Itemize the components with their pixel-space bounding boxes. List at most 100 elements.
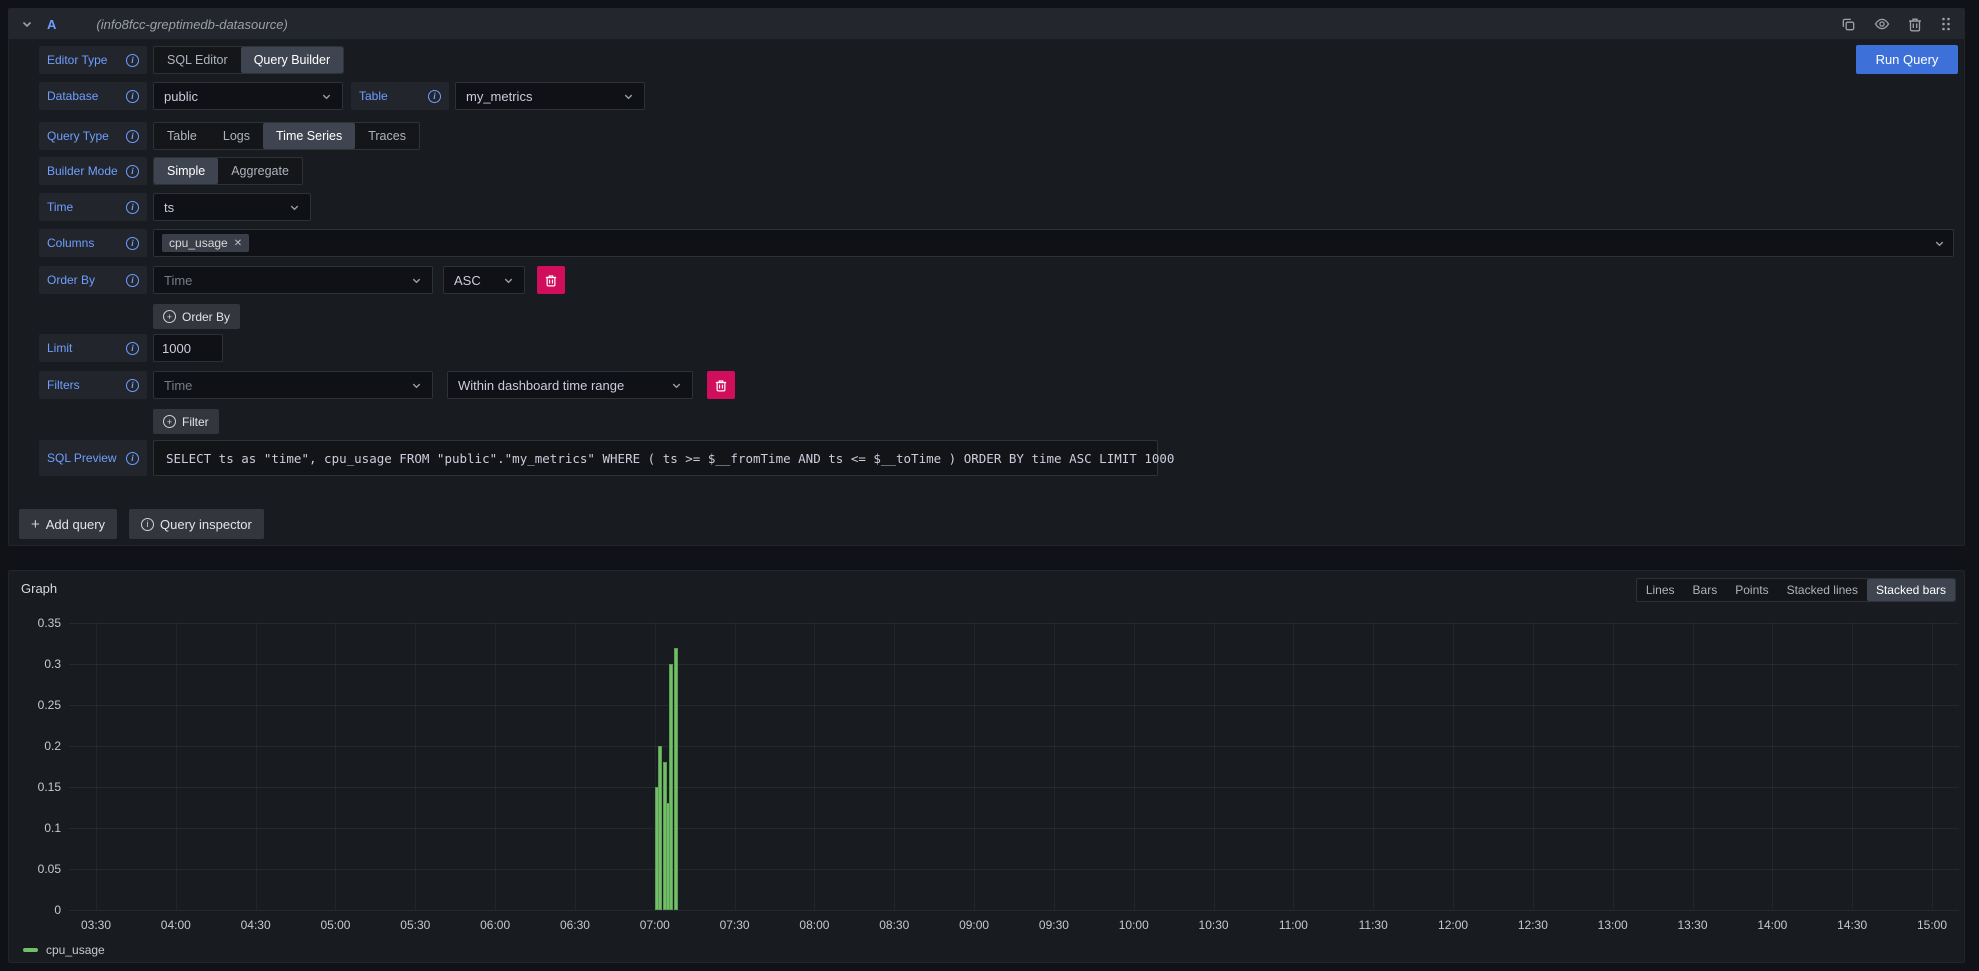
query-type-toggle: TableLogsTime SeriesTraces xyxy=(153,122,420,150)
segment-option-query-builder[interactable]: Query Builder xyxy=(241,47,343,73)
segment-option-stacked-bars[interactable]: Stacked bars xyxy=(1867,579,1955,601)
x-axis-label: 06:30 xyxy=(545,918,605,932)
info-icon[interactable]: i xyxy=(126,452,139,465)
grid-line-vertical xyxy=(735,623,736,910)
remove-filter-button[interactable] xyxy=(707,371,735,399)
info-icon[interactable]: i xyxy=(126,237,139,250)
segment-option-points[interactable]: Points xyxy=(1726,579,1777,601)
query-editor-panel: A (info8fcc-greptimedb-datasource) Run Q… xyxy=(8,8,1965,546)
plus-circle-icon: + xyxy=(163,415,176,428)
segment-option-traces[interactable]: Traces xyxy=(355,123,419,149)
table-label: Table i xyxy=(351,82,449,110)
info-icon[interactable]: i xyxy=(428,90,441,103)
order-by-direction-select[interactable]: ASC xyxy=(443,266,525,294)
toggle-visibility-icon[interactable] xyxy=(1874,16,1890,32)
x-axis-label: 15:00 xyxy=(1902,918,1962,932)
segment-option-logs[interactable]: Logs xyxy=(210,123,263,149)
x-axis-label: 11:00 xyxy=(1263,918,1323,932)
column-tag[interactable]: cpu_usage✕ xyxy=(162,234,249,252)
add-order-by-button[interactable]: + Order By xyxy=(153,304,240,329)
x-axis-label: 11:30 xyxy=(1343,918,1403,932)
segment-option-table[interactable]: Table xyxy=(154,123,210,149)
y-axis-label: 0.35 xyxy=(11,616,61,630)
panel-title: Graph xyxy=(21,581,57,596)
x-axis-label: 10:00 xyxy=(1104,918,1164,932)
segment-option-stacked-lines[interactable]: Stacked lines xyxy=(1778,579,1867,601)
limit-input[interactable] xyxy=(153,334,223,362)
remove-column-tag-icon[interactable]: ✕ xyxy=(234,238,242,249)
grid-line-vertical xyxy=(96,623,97,910)
bar-cpu-usage xyxy=(669,664,673,910)
database-row: Database i public Table i my_metrics xyxy=(39,82,1954,110)
graph-panel: Graph LinesBarsPointsStacked linesStacke… xyxy=(8,570,1965,963)
chevron-down-icon xyxy=(411,380,422,391)
time-column-select[interactable]: ts xyxy=(153,193,311,221)
segment-option-bars[interactable]: Bars xyxy=(1684,579,1727,601)
query-header[interactable]: A (info8fcc-greptimedb-datasource) xyxy=(9,9,1964,39)
x-axis-label: 08:30 xyxy=(864,918,924,932)
x-axis-label: 07:30 xyxy=(705,918,765,932)
collapse-query-icon[interactable] xyxy=(21,18,33,30)
chevron-down-icon[interactable] xyxy=(1934,238,1945,249)
duplicate-query-icon[interactable] xyxy=(1841,17,1856,32)
columns-multiselect[interactable]: cpu_usage✕ xyxy=(153,229,1954,257)
sql-preview-row: SQL Preview i SELECT ts as "time", cpu_u… xyxy=(39,440,1954,476)
grid-line-vertical xyxy=(1054,623,1055,910)
grid-line-vertical xyxy=(495,623,496,910)
grid-line-vertical xyxy=(1134,623,1135,910)
graph-legend[interactable]: cpu_usage xyxy=(23,943,105,957)
legend-series-swatch xyxy=(23,948,38,952)
database-select[interactable]: public xyxy=(153,82,343,110)
query-inspector-button[interactable]: i Query inspector xyxy=(129,509,264,539)
add-filter-button[interactable]: + Filter xyxy=(153,409,219,434)
order-by-row: Order By i Time ASC xyxy=(39,266,1954,294)
filters-row: Filters i Time Within dashboard time ran… xyxy=(39,371,1954,399)
x-axis-label: 09:30 xyxy=(1024,918,1084,932)
info-icon[interactable]: i xyxy=(126,130,139,143)
info-icon[interactable]: i xyxy=(126,342,139,355)
order-by-label: Order By i xyxy=(39,266,147,294)
info-icon[interactable]: i xyxy=(126,90,139,103)
x-axis-label: 04:00 xyxy=(146,918,206,932)
table-select[interactable]: my_metrics xyxy=(455,82,645,110)
grid-line-horizontal xyxy=(69,664,1959,665)
segment-option-time-series[interactable]: Time Series xyxy=(263,123,355,149)
order-by-column-select[interactable]: Time xyxy=(153,266,433,294)
drag-handle-icon[interactable] xyxy=(1940,16,1952,32)
query-ref-id: A xyxy=(47,17,56,32)
grid-line-horizontal xyxy=(69,705,1959,706)
delete-query-icon[interactable] xyxy=(1908,17,1922,32)
info-icon[interactable]: i xyxy=(126,201,139,214)
x-axis-label: 06:00 xyxy=(465,918,525,932)
info-circle-icon: i xyxy=(141,518,154,531)
filter-column-select[interactable]: Time xyxy=(153,371,433,399)
filters-label: Filters i xyxy=(39,371,147,399)
columns-row: Columns i cpu_usage✕ xyxy=(39,229,1954,257)
grid-line-vertical xyxy=(1772,623,1773,910)
add-query-button[interactable]: + Add query xyxy=(19,509,117,539)
segment-option-aggregate[interactable]: Aggregate xyxy=(218,158,302,184)
query-type-row: Query Type i TableLogsTime SeriesTraces xyxy=(39,122,1954,150)
grid-line-vertical xyxy=(1453,623,1454,910)
chevron-down-icon xyxy=(671,380,682,391)
segment-option-simple[interactable]: Simple xyxy=(154,158,218,184)
grid-line-vertical xyxy=(1613,623,1614,910)
info-icon[interactable]: i xyxy=(126,165,139,178)
remove-order-by-button[interactable] xyxy=(537,266,565,294)
chevron-down-icon xyxy=(623,91,634,102)
segment-option-sql-editor[interactable]: SQL Editor xyxy=(154,47,241,73)
editor-type-toggle: SQL EditorQuery Builder xyxy=(153,46,344,74)
builder-mode-label: Builder Mode i xyxy=(39,157,147,185)
info-icon[interactable]: i xyxy=(126,379,139,392)
bar-cpu-usage xyxy=(674,648,678,910)
filter-condition-select[interactable]: Within dashboard time range xyxy=(447,371,693,399)
grid-line-vertical xyxy=(974,623,975,910)
graph-plot-area[interactable]: 00.050.10.150.20.250.30.3503:3004:0004:3… xyxy=(69,623,1959,910)
x-axis-label: 07:00 xyxy=(625,918,685,932)
x-axis-label: 14:00 xyxy=(1742,918,1802,932)
plus-circle-icon: + xyxy=(163,310,176,323)
builder-mode-toggle: SimpleAggregate xyxy=(153,157,303,185)
info-icon[interactable]: i xyxy=(126,54,139,67)
info-icon[interactable]: i xyxy=(126,274,139,287)
segment-option-lines[interactable]: Lines xyxy=(1637,579,1684,601)
